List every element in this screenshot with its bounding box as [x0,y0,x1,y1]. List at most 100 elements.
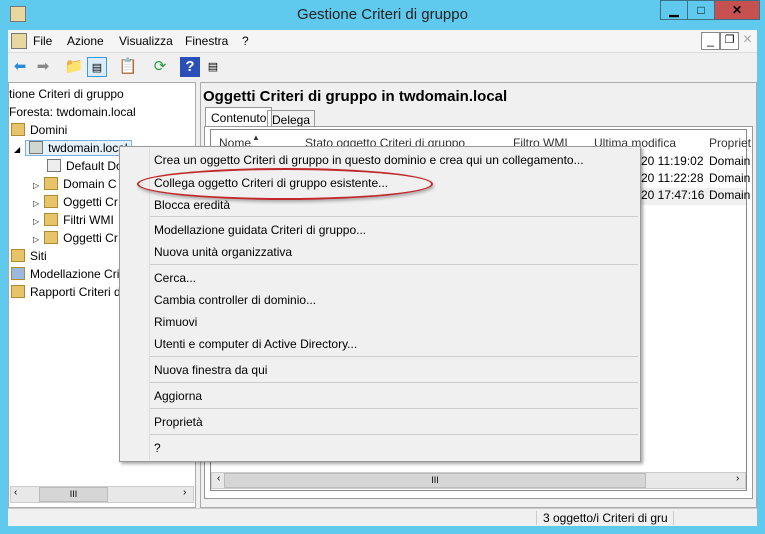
cell-owner: Domain [709,171,751,185]
menu-item-new-ou[interactable]: Nuova unità organizzativa [154,245,292,259]
domain-icon [29,141,44,154]
cell-modified: 20 17:47:16 [641,188,705,202]
tree-label: Oggetti Cr [63,195,118,209]
menu-item-ad-users-computers[interactable]: Utenti e computer di Active Directory... [154,337,357,351]
menu-item-help[interactable]: ? [154,441,161,455]
scroll-right-icon[interactable]: › [183,487,186,498]
maximize-button[interactable]: □ [687,0,715,20]
menu-file[interactable]: File [33,34,52,48]
tree-label: Modellazione Crit [30,267,123,281]
menu-finestra[interactable]: Finestra [185,34,228,48]
mdi-minimize-button[interactable]: _ [701,32,720,50]
menu-separator [150,382,638,383]
filter-folder-icon [44,213,59,226]
toolbar: ⬅ ➡ 📁 ▤ 📋 ⟳ ? ▤ [8,52,757,80]
highlight-ellipse [137,168,433,200]
scroll-left-icon[interactable]: ‹ [14,487,17,498]
modeling-icon [11,267,25,280]
minimize-button[interactable]: ▁ [660,0,688,20]
clipboard-icon[interactable]: 📋 [118,57,138,77]
tree-label: Siti [30,249,47,263]
tree-item-domain-controllers[interactable]: ▷ Domain C [33,175,117,193]
menu-bar: File Azione Visualizza Finestra ? _ ❐ ✕ [8,30,757,52]
menu-item-change-dc[interactable]: Cambia controller di dominio... [154,293,316,307]
folder-icon [44,195,59,208]
doc-icon [11,33,27,49]
tree-reports[interactable]: Rapporti Criteri d [11,283,121,301]
gpo-link-icon [47,159,61,172]
cell-modified: 20 11:22:28 [641,171,704,185]
expanded-arrow-icon: ◢ [14,145,21,154]
menu-separator [150,434,638,435]
tree-label: Oggetti Cr [63,231,118,245]
tree-label: Filtri WMI [63,213,114,227]
tree-item-gpo[interactable]: ▷ Oggetti Cr [33,193,118,211]
menu-item-properties[interactable]: Proprietà [154,415,203,429]
show-hide-tree-icon[interactable]: ▤ [87,57,107,77]
menu-azione[interactable]: Azione [67,34,104,48]
folder-icon [44,231,59,244]
scroll-thumb[interactable]: III [224,473,646,488]
tree-horizontal-scrollbar[interactable]: ‹ III › [10,486,194,503]
mdi-restore-button[interactable]: ❐ [720,32,739,50]
ou-icon [44,177,59,190]
collapsed-arrow-icon: ▷ [33,217,40,226]
scroll-left-icon[interactable]: ‹ [217,473,220,484]
reports-icon [11,285,25,298]
collapsed-arrow-icon: ▷ [33,235,40,244]
window-title: Gestione Criteri di gruppo [297,6,468,23]
forward-icon[interactable]: ➡ [33,57,53,77]
app-icon [10,6,26,22]
help-icon[interactable]: ? [180,57,200,77]
column-proprietario[interactable]: Propriet [709,136,751,150]
menu-separator [150,408,638,409]
back-icon[interactable]: ⬅ [10,57,30,77]
menu-item-create-gpo-link[interactable]: Crea un oggetto Criteri di gruppo in que… [154,153,584,167]
menu-separator [150,264,638,265]
menu-visualizza[interactable]: Visualizza [119,34,173,48]
menu-item-search[interactable]: Cerca... [154,271,196,285]
tree-label: Domini [30,123,68,137]
menu-item-new-window[interactable]: Nuova finestra da qui [154,363,267,377]
scroll-thumb[interactable]: III [39,487,108,502]
tree-label: Default Do [66,159,123,173]
collapsed-arrow-icon: ▷ [33,181,40,190]
tree-modeling[interactable]: Modellazione Crit [11,265,123,283]
sort-ascending-icon: ▲ [252,133,260,142]
menu-item-modeling-wizard[interactable]: Modellazione guidata Criteri di gruppo..… [154,223,366,237]
action-pane-icon[interactable]: ▤ [203,57,223,77]
menu-item-block-inheritance[interactable]: Blocca eredità [154,198,230,212]
tree-sites[interactable]: Siti [11,247,47,265]
tab-contenuto[interactable]: Contenuto [205,107,273,128]
tree-item-wmi-filters[interactable]: ▷ Filtri WMI [33,211,114,229]
tree-domain-selected[interactable]: ◢ twdomain.local [14,139,132,157]
menu-item-refresh[interactable]: Aggiorna [154,389,202,403]
tree-item-default-domain-policy[interactable]: Default Do [47,157,123,175]
refresh-icon[interactable]: ⟳ [150,57,170,77]
status-text: 3 oggetto/i Criteri di gru [536,511,674,525]
icon-column-divider [149,148,150,460]
status-bar: 3 oggetto/i Criteri di gru [8,508,757,526]
close-button[interactable]: ✕ [714,0,760,20]
mdi-close-button[interactable]: ✕ [739,32,756,50]
scroll-right-icon[interactable]: › [736,473,739,484]
menu-separator [150,216,638,217]
list-horizontal-scrollbar[interactable]: ‹ III › [211,472,746,489]
sites-icon [11,249,25,262]
tree-domains[interactable]: Domini [11,121,67,139]
tree-root[interactable]: tione Criteri di gruppo [9,85,124,103]
tree-label: Domain C [63,177,117,191]
tree-item-starter-gpo[interactable]: ▷ Oggetti Cr [33,229,118,247]
menu-item-remove[interactable]: Rimuovi [154,315,197,329]
menu-help[interactable]: ? [242,34,249,48]
tree-label: twdomain.local [48,141,128,155]
domains-icon [11,123,25,136]
tree-label: Rapporti Criteri d [30,285,121,299]
tree-forest[interactable]: Foresta: twdomain.local [9,103,136,121]
pane-title: Oggetti Criteri di gruppo in twdomain.lo… [203,88,508,105]
up-folder-icon[interactable]: 📁 [64,57,84,77]
cell-owner: Domain [709,154,751,168]
menu-separator [150,356,638,357]
collapsed-arrow-icon: ▷ [33,199,40,208]
cell-modified: 20 11:19:02 [641,154,704,168]
